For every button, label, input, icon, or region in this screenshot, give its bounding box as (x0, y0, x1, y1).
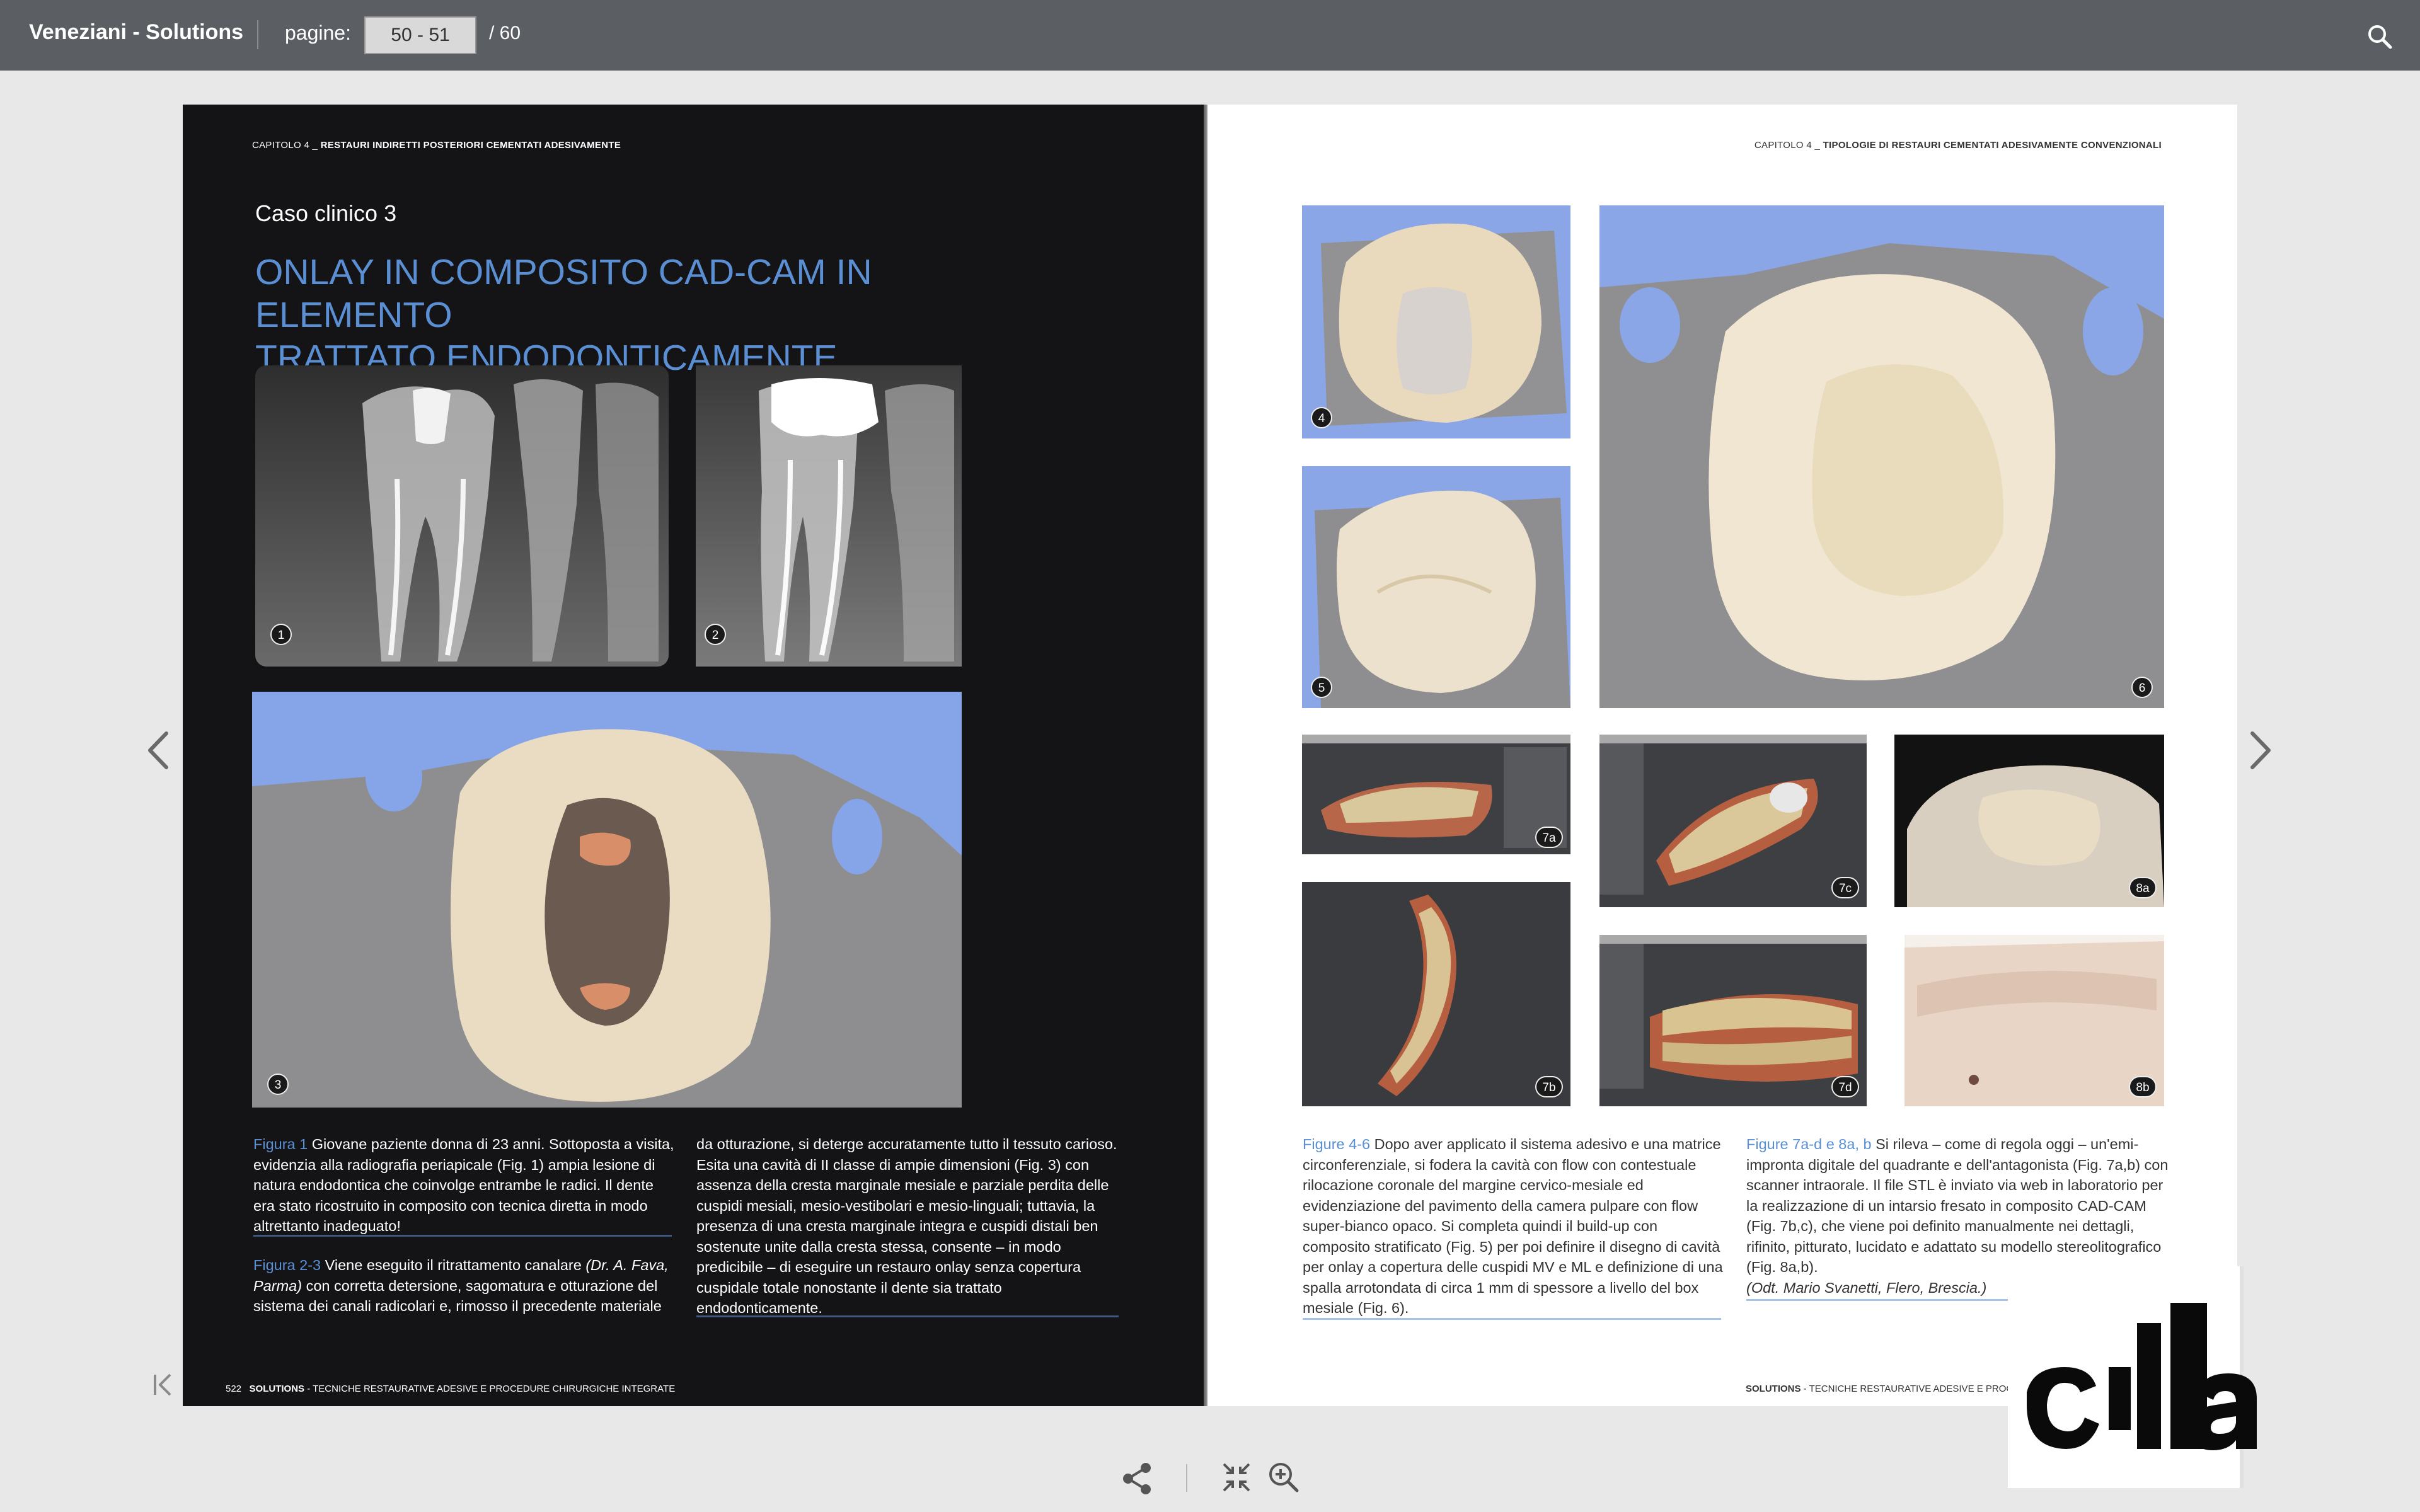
right-running-header: CAPITOLO 4 _ TIPOLOGIE DI RESTAURI CEMEN… (1754, 140, 2162, 151)
caption-underline (253, 1235, 672, 1237)
page-total: / 60 (489, 23, 521, 43)
figure-badge: 7a (1535, 827, 1563, 848)
scan-illustration-7b (1302, 882, 1570, 1106)
tooth-illustration-5 (1302, 466, 1570, 708)
xray-illustration-1 (255, 365, 669, 667)
figure-badge: 8b (2129, 1076, 2157, 1097)
article-title: ONLAY IN COMPOSITO CAD-CAM IN ELEMENTO T… (255, 251, 1075, 379)
left-page: CAPITOLO 4 _ RESTAURI INDIRETTI POSTERIO… (183, 105, 1204, 1406)
chevron-left-icon (148, 731, 168, 769)
share-icon (1123, 1463, 1151, 1494)
figure-4-photo: 4 (1302, 205, 1570, 438)
zoom-in-icon (1269, 1463, 1299, 1492)
caption-text: Viene eseguito il ritrattamento canalare (321, 1257, 586, 1273)
scan-illustration-7a (1302, 735, 1570, 854)
footer-text: - TECNICHE RESTAURATIVE ADESIVE E PROCED… (304, 1383, 676, 1394)
scan-illustration-7c (1599, 735, 1867, 907)
first-page-icon (154, 1373, 171, 1396)
figure-badge: 7d (1831, 1076, 1859, 1097)
figure-badge: 2 (705, 624, 726, 645)
pages-label: pagine: (285, 21, 351, 44)
caption-label: Figura 1 (253, 1136, 308, 1152)
restoration-illustration-8a (1894, 735, 2164, 907)
caption-underline (1746, 1299, 2024, 1301)
figure-8b-photo: 8b (1904, 935, 2164, 1106)
figure-3-cavity-photo: 3 (252, 692, 962, 1108)
caption-text: con corretta detersione, sagomatura e ot… (253, 1277, 662, 1315)
figure-badge: 6 (2131, 677, 2153, 698)
chapter-title: TIPOLOGIE DI RESTAURI CEMENTATI ADESIVAM… (1823, 140, 2162, 151)
caption-underline (696, 1315, 1119, 1317)
caption-credit: (Odt. Mario Svanetti, Flero, Brescia.) (1746, 1279, 1987, 1296)
article-title-line-1: ONLAY IN COMPOSITO CAD-CAM IN ELEMENTO (255, 252, 872, 335)
figure-badge: 7b (1535, 1076, 1563, 1097)
top-toolbar: Veneziani - Solutions pagine: / 60 (0, 0, 2420, 71)
figure-6-photo: 6 (1599, 205, 2164, 708)
search-button[interactable] (2366, 23, 2394, 50)
tooth-illustration-4 (1302, 205, 1570, 438)
caption-underline (1303, 1318, 1721, 1320)
tooth-illustration-6 (1599, 205, 2164, 708)
previous-page-button[interactable] (144, 730, 171, 771)
scan-illustration-7d (1599, 935, 1867, 1106)
toolbar-divider (1186, 1464, 1187, 1492)
left-page-footer: 522 SOLUTIONS - TECNICHE RESTAURATIVE AD… (226, 1383, 675, 1394)
figure-7a-scan: 7a (1302, 735, 1570, 854)
publisher-logo (2008, 1266, 2273, 1488)
figure-badge: 5 (1311, 677, 1332, 698)
chapter-prefix: CAPITOLO 4 _ (252, 140, 321, 151)
share-button[interactable] (1121, 1462, 1153, 1496)
figure-7c-scan: 7c (1599, 735, 1867, 907)
figure-5-photo: 5 (1302, 466, 1570, 708)
app-title: Veneziani - Solutions (29, 20, 244, 44)
next-page-button[interactable] (2247, 730, 2275, 771)
xray-illustration-2 (696, 365, 962, 667)
caption-label: Figure 7a-d e 8a, b (1746, 1136, 1872, 1152)
figure-badge: 3 (267, 1074, 289, 1095)
figure-badge: 8a (2129, 877, 2157, 898)
model-illustration-8b (1904, 935, 2164, 1106)
first-page-button[interactable] (151, 1371, 174, 1399)
chapter-title: RESTAURI INDIRETTI POSTERIORI CEMENTATI … (320, 140, 621, 151)
caption-figure-2-3: Figura 2-3 Viene eseguito il ritrattamen… (253, 1255, 674, 1317)
figure-badge: 1 (270, 624, 292, 645)
page-number-input[interactable] (364, 16, 476, 54)
figure-7b-scan: 7b (1302, 882, 1570, 1106)
footer-brand: SOLUTIONS (1746, 1383, 1801, 1394)
caption-text: Si rileva – come di regola oggi – un'emi… (1746, 1136, 2169, 1275)
chapter-prefix: CAPITOLO 4 _ (1754, 140, 1823, 151)
caption-text: Giovane paziente donna di 23 anni. Sotto… (253, 1136, 674, 1234)
right-page: CAPITOLO 4 _ TIPOLOGIE DI RESTAURI CEMEN… (1207, 105, 2237, 1406)
page-number: 522 (226, 1383, 242, 1394)
figure-1-xray: 1 (255, 365, 669, 667)
caption-column-2: da otturazione, si deterge accuratamente… (696, 1136, 1117, 1316)
figure-badge: 7c (1831, 877, 1859, 898)
search-icon (2368, 25, 2392, 49)
zoom-in-button[interactable] (1267, 1460, 1299, 1493)
caption-text: Dopo aver applicato il sistema adesivo e… (1303, 1136, 1723, 1316)
caption-label: Figura 2-3 (253, 1257, 321, 1273)
logo-mark (2008, 1266, 2273, 1488)
caption-figure-4-6: Figure 4-6 Dopo aver applicato il sistem… (1303, 1134, 1725, 1319)
footer-brand: SOLUTIONS (249, 1383, 305, 1394)
chevron-right-icon (2250, 731, 2271, 769)
case-title: Caso clinico 3 (255, 200, 397, 226)
figure-8a-photo: 8a (1894, 735, 2164, 907)
fit-page-icon (1223, 1463, 1250, 1492)
caption-figure-1: Figura 1 Giovane paziente donna di 23 an… (253, 1134, 674, 1237)
cavity-illustration (252, 692, 962, 1108)
fit-page-button[interactable] (1221, 1462, 1252, 1493)
caption-label: Figure 4-6 (1303, 1136, 1371, 1152)
toolbar-divider (257, 20, 258, 49)
left-running-header: CAPITOLO 4 _ RESTAURI INDIRETTI POSTERIO… (252, 140, 621, 151)
figure-2-xray: 2 (696, 365, 962, 667)
figure-7d-scan: 7d (1599, 935, 1867, 1106)
figure-badge: 4 (1311, 407, 1332, 428)
